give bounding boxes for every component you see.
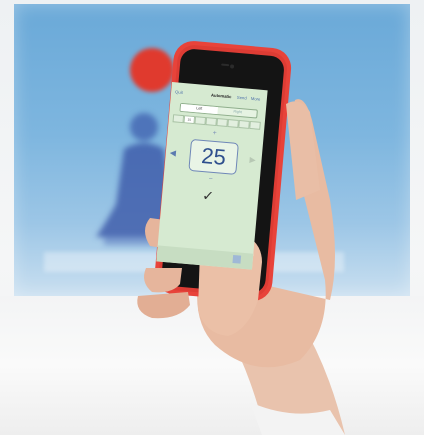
quit-button[interactable]: Quit <box>175 89 183 95</box>
level-cell[interactable] <box>249 120 261 130</box>
decrement-button[interactable]: − <box>208 176 213 183</box>
segment-left[interactable]: Left <box>180 103 218 115</box>
right-arrow-icon[interactable]: ▶ <box>249 155 256 165</box>
confirm-check-icon[interactable]: ✓ <box>201 187 215 205</box>
app-screen: Quit Automatic Send More Left Right 15 +… <box>156 82 268 270</box>
level-cell[interactable] <box>238 119 250 129</box>
level-cell-active[interactable]: 15 <box>183 115 196 125</box>
photo-scene: Quit Automatic Send More Left Right 15 +… <box>0 0 424 435</box>
level-cell[interactable] <box>172 114 185 124</box>
send-button[interactable]: Send <box>237 95 247 101</box>
toolbar-right-icon[interactable] <box>232 254 242 264</box>
nav-title: Automatic <box>210 92 232 100</box>
value-display: 25 <box>200 142 227 170</box>
level-cell[interactable] <box>227 119 239 128</box>
increment-button[interactable]: + <box>212 130 217 137</box>
value-display-box[interactable]: 25 <box>188 138 239 175</box>
level-cell[interactable] <box>216 118 228 127</box>
left-arrow-icon[interactable]: ◀ <box>169 148 176 158</box>
more-button[interactable]: More <box>251 96 261 102</box>
level-cell[interactable] <box>205 117 218 127</box>
segment-right[interactable]: Right <box>218 107 256 117</box>
level-cell[interactable] <box>194 116 207 126</box>
